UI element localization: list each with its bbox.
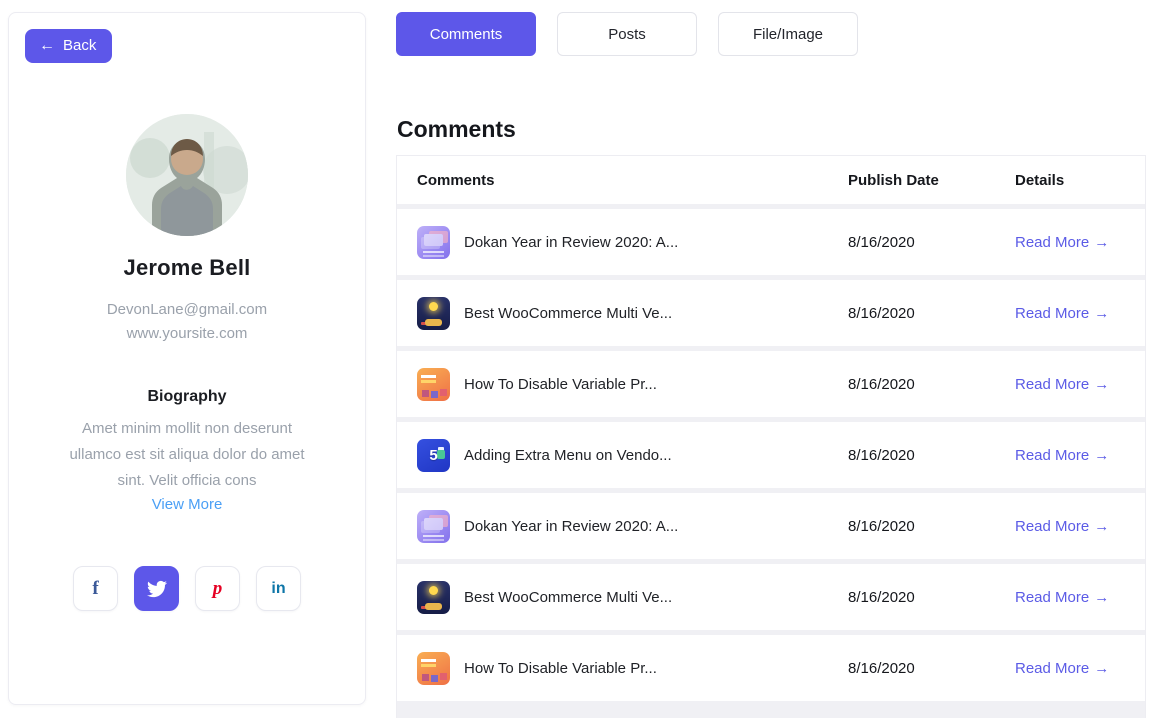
page-title: Comments xyxy=(397,116,516,143)
comment-title: Best WooCommerce Multi Ve... xyxy=(464,589,672,606)
view-more-link[interactable]: View More xyxy=(9,496,365,513)
arrow-right-icon: → xyxy=(1094,447,1109,464)
profile-website: www.yoursite.com xyxy=(9,322,365,346)
publish-date: 8/16/2020 xyxy=(848,234,1015,251)
post-thumbnail: 5 xyxy=(417,439,450,472)
read-more-link[interactable]: Read More→ xyxy=(1015,660,1109,677)
post-thumbnail xyxy=(417,297,450,330)
table-row: Dokan Year in Review 2020: A... 8/16/202… xyxy=(397,209,1145,275)
thumbnail-text: 5 xyxy=(429,447,437,464)
back-button-label: Back xyxy=(63,37,96,54)
tab-file-image[interactable]: File/Image xyxy=(718,12,858,56)
profile-card: ← Back Jerome Bell DevonLane@gmail.com w… xyxy=(8,12,366,705)
column-header-publish-date: Publish Date xyxy=(848,172,1015,189)
comment-title: Dokan Year in Review 2020: A... xyxy=(464,234,678,251)
comment-title: How To Disable Variable Pr... xyxy=(464,660,657,677)
post-thumbnail xyxy=(417,652,450,685)
post-thumbnail xyxy=(417,368,450,401)
table-row: 5 Adding Extra Menu on Vendo... 8/16/202… xyxy=(397,422,1145,488)
comment-title: Adding Extra Menu on Vendo... xyxy=(464,447,672,464)
linkedin-icon: in xyxy=(271,581,285,597)
biography-text: Amet minim mollit non deserunt ullamco e… xyxy=(56,416,318,494)
comment-title: How To Disable Variable Pr... xyxy=(464,376,657,393)
table-header-row: Comments Publish Date Details xyxy=(397,156,1145,204)
linkedin-button[interactable]: in xyxy=(256,566,301,611)
comment-title: Dokan Year in Review 2020: A... xyxy=(464,518,678,535)
avatar-photo-placeholder xyxy=(126,114,248,236)
publish-date: 8/16/2020 xyxy=(848,305,1015,322)
arrow-right-icon: → xyxy=(1094,305,1109,322)
arrow-right-icon: → xyxy=(1094,518,1109,535)
read-more-link[interactable]: Read More→ xyxy=(1015,589,1109,606)
publish-date: 8/16/2020 xyxy=(848,376,1015,393)
column-header-details: Details xyxy=(1015,172,1135,189)
post-thumbnail xyxy=(417,581,450,614)
publish-date: 8/16/2020 xyxy=(848,518,1015,535)
profile-email: DevonLane@gmail.com xyxy=(9,298,365,322)
post-thumbnail xyxy=(417,510,450,543)
column-header-comments: Comments xyxy=(417,172,848,189)
tab-comments[interactable]: Comments xyxy=(396,12,536,56)
read-more-link[interactable]: Read More→ xyxy=(1015,447,1109,464)
back-arrow-icon: ← xyxy=(39,38,55,54)
arrow-right-icon: → xyxy=(1094,376,1109,393)
comments-table: Comments Publish Date Details Dokan Year… xyxy=(396,155,1146,718)
table-row: Best WooCommerce Multi Ve... 8/16/2020 R… xyxy=(397,564,1145,630)
comment-title: Best WooCommerce Multi Ve... xyxy=(464,305,672,322)
content-tabs: Comments Posts File/Image xyxy=(396,12,858,56)
twitter-icon xyxy=(147,579,167,599)
social-links: f p in xyxy=(9,566,365,611)
arrow-right-icon: → xyxy=(1094,660,1109,677)
profile-contact: DevonLane@gmail.com www.yoursite.com xyxy=(9,298,365,346)
publish-date: 8/16/2020 xyxy=(848,589,1015,606)
arrow-right-icon: → xyxy=(1094,589,1109,606)
table-row: Dokan Year in Review 2020: A... 8/16/202… xyxy=(397,493,1145,559)
post-thumbnail xyxy=(417,226,450,259)
profile-page: ← Back Jerome Bell DevonLane@gmail.com w… xyxy=(0,0,1159,718)
table-row: How To Disable Variable Pr... 8/16/2020 … xyxy=(397,635,1145,701)
pinterest-button[interactable]: p xyxy=(195,566,240,611)
pinterest-icon: p xyxy=(213,579,223,598)
back-button[interactable]: ← Back xyxy=(25,29,112,63)
facebook-button[interactable]: f xyxy=(73,566,118,611)
table-row: Best WooCommerce Multi Ve... 8/16/2020 R… xyxy=(397,280,1145,346)
publish-date: 8/16/2020 xyxy=(848,660,1015,677)
profile-name: Jerome Bell xyxy=(9,255,365,281)
read-more-link[interactable]: Read More→ xyxy=(1015,305,1109,322)
read-more-link[interactable]: Read More→ xyxy=(1015,234,1109,251)
twitter-button[interactable] xyxy=(134,566,179,611)
biography-title: Biography xyxy=(9,388,365,406)
facebook-icon: f xyxy=(92,579,98,598)
read-more-link[interactable]: Read More→ xyxy=(1015,518,1109,535)
table-row: How To Disable Variable Pr... 8/16/2020 … xyxy=(397,351,1145,417)
tab-posts[interactable]: Posts xyxy=(557,12,697,56)
publish-date: 8/16/2020 xyxy=(848,447,1015,464)
arrow-right-icon: → xyxy=(1094,234,1109,251)
avatar xyxy=(126,114,248,236)
read-more-link[interactable]: Read More→ xyxy=(1015,376,1109,393)
